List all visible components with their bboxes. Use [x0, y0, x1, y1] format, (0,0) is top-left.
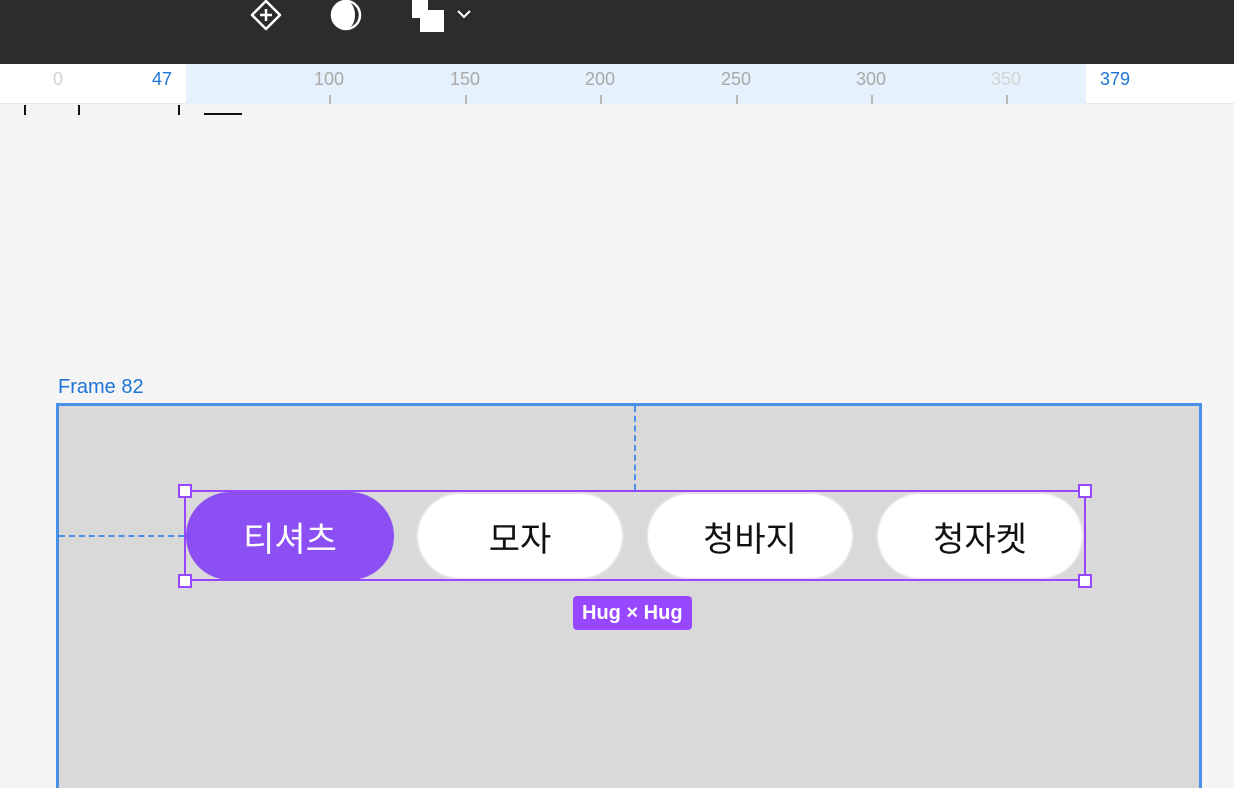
ruler-selection-start: 47	[151, 69, 173, 89]
boolean-ops-dropdown[interactable]	[453, 0, 475, 32]
ruler-tick-mark	[736, 95, 738, 104]
ruler-tick: 250	[720, 69, 752, 89]
ruler-tick: 350	[990, 69, 1022, 89]
ruler-tick-mark	[329, 95, 331, 104]
resize-handle-bottom-left[interactable]	[178, 574, 192, 588]
ruler-tick-mark	[871, 95, 873, 104]
contrast-icon	[330, 0, 362, 31]
ruler-tick-mark	[1006, 95, 1008, 104]
ruler-tick: 100	[313, 69, 345, 89]
frame-label[interactable]: Frame 82	[58, 376, 144, 399]
component-icon	[250, 0, 282, 31]
spacing-guide-horizontal	[59, 535, 184, 537]
resize-handle-bottom-right[interactable]	[1078, 574, 1092, 588]
horizontal-ruler: 0 47 100 150 200 250 300 350 379	[0, 64, 1234, 104]
ruler-tick: 300	[855, 69, 887, 89]
selection-box[interactable]	[184, 490, 1086, 581]
resize-handle-top-left[interactable]	[178, 484, 192, 498]
ruler-tick: 200	[584, 69, 616, 89]
ruler-tick: 0	[52, 69, 64, 89]
boolean-ops-tool[interactable]	[408, 0, 448, 32]
resize-handle-top-right[interactable]	[1078, 484, 1092, 498]
boolean-ops-icon	[412, 0, 444, 32]
ruler-tick: 150	[449, 69, 481, 89]
chevron-down-icon	[457, 10, 471, 19]
ruler-tick-mark	[600, 95, 602, 104]
contrast-tool[interactable]	[327, 0, 367, 32]
ruler-tick-mark	[465, 95, 467, 104]
spacing-guide-vertical	[634, 406, 636, 490]
size-badge[interactable]: Hug × Hug	[573, 596, 692, 630]
clipped-canvas-text	[18, 105, 248, 125]
top-toolbar	[0, 0, 1234, 64]
component-tool[interactable]	[246, 0, 286, 32]
ruler-selection-end: 379	[1099, 69, 1131, 89]
